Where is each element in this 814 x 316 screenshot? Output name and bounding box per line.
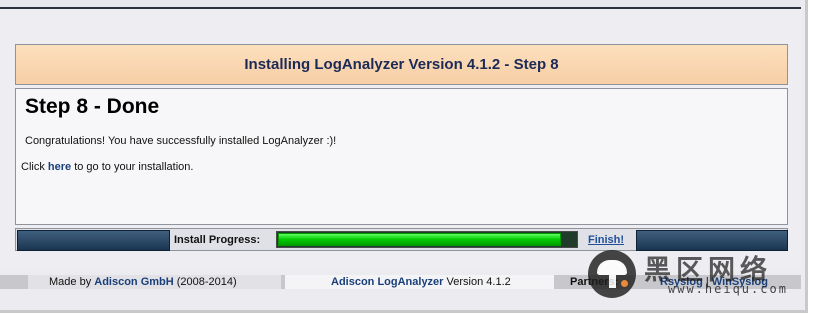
step-heading: Step 8 - Done: [25, 95, 160, 118]
watermark-url: www.heiqu.com: [668, 282, 788, 296]
install-progress-bar: [276, 231, 578, 248]
success-message: Congratulations! You have successfully i…: [25, 135, 337, 147]
progress-left-cell: [17, 230, 170, 251]
page-title-text: Installing LogAnalyzer Version 4.1.2 - S…: [244, 56, 559, 73]
watermark-logo-icon: [588, 250, 636, 298]
footer-made-by: Made by Adiscon GmbH (2008-2014): [28, 275, 281, 289]
watermark: 黑区网络 www.heiqu.com: [588, 246, 808, 306]
made-by-years: (2008-2014): [173, 276, 237, 288]
install-progress-label: Install Progress:: [174, 234, 261, 246]
page-title: Installing LogAnalyzer Version 4.1.2 - S…: [15, 44, 788, 85]
here-link[interactable]: here: [48, 161, 71, 173]
click-prefix: Click: [21, 161, 48, 173]
go-to-installation-text: Click here to go to your installation.: [21, 161, 193, 173]
adiscon-link[interactable]: Adiscon GmbH: [94, 276, 173, 288]
install-progress-fill: [278, 233, 561, 246]
content-panel: Step 8 - Done Congratulations! You have …: [15, 88, 788, 225]
loganalyzer-link[interactable]: Adiscon LogAnalyzer: [331, 276, 443, 288]
made-by-prefix: Made by: [49, 276, 95, 288]
footer-app-version: Adiscon LogAnalyzer Version 4.1.2: [285, 275, 554, 289]
top-border: [0, 0, 801, 9]
app-version-text: Version 4.1.2: [443, 276, 511, 288]
click-suffix: to go to your installation.: [71, 161, 194, 173]
finish-button[interactable]: Finish!: [588, 234, 624, 246]
